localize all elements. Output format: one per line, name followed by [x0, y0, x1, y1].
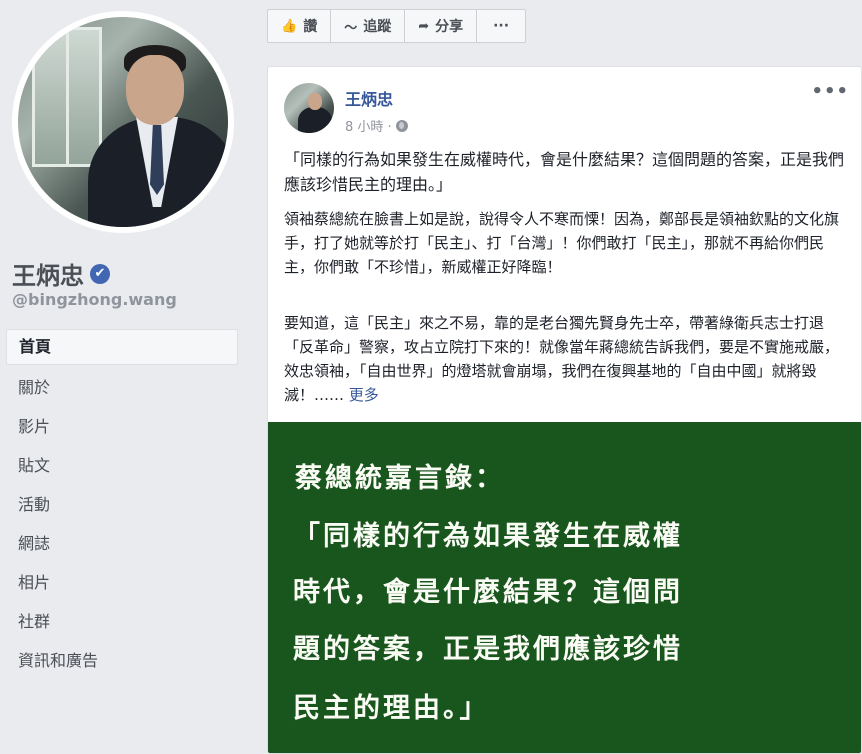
follow-label: 追蹤: [363, 19, 392, 35]
post-card: 王炳忠 8 小時 · ••• 「同樣的行為如果發生在威權時代，會是什麼結果？這個…: [267, 66, 862, 754]
image-quote-line: 「同樣的行為如果發生在威權: [293, 521, 683, 552]
post-header: 王炳忠 8 小時 ·: [284, 83, 408, 135]
page-nav: 首頁 關於 影片 貼文 活動 網誌 相片 社群 資訊和廣告: [6, 329, 238, 680]
nav-item-info-ads[interactable]: 資訊和廣告: [6, 641, 238, 680]
post-author[interactable]: 王炳忠: [345, 86, 408, 110]
rss-icon: 〜: [344, 20, 358, 36]
more-button[interactable]: ···: [477, 10, 525, 42]
image-quote-line: 題的答案，正是我們應該珍惜: [293, 634, 683, 665]
like-label: 讚: [303, 19, 318, 35]
left-column: 王炳忠 ✔ @bingzhong.wang 首頁 關於 影片 貼文 活動 網誌 …: [0, 0, 252, 754]
share-button[interactable]: ➦ 分享: [405, 10, 478, 42]
author-avatar[interactable]: [284, 83, 334, 133]
nav-item-about[interactable]: 關於: [6, 368, 238, 407]
image-title: 蔡總統嘉言錄：: [295, 463, 505, 494]
post-time[interactable]: 8 小時 ·: [345, 116, 392, 135]
follow-button[interactable]: 〜 追蹤: [331, 10, 406, 42]
page-action-bar: 👍 讚 〜 追蹤 ➦ 分享 ···: [267, 9, 527, 43]
page-username[interactable]: @bingzhong.wang: [12, 290, 177, 309]
post-options-button[interactable]: •••: [811, 81, 849, 102]
post-paragraph-2: 領袖蔡總統在臉書上如是說，說得令人不寒而慄！因為，鄭部長是領袖欽點的文化旗手，打…: [284, 210, 840, 276]
see-more-link[interactable]: 更多: [349, 386, 379, 404]
like-button[interactable]: 👍 讚: [268, 10, 332, 42]
nav-item-community[interactable]: 社群: [6, 602, 238, 641]
post-timestamp[interactable]: 8 小時 ·: [345, 116, 408, 135]
post-paragraph-3: 要知道，這「民主」來之不易，靠的是老台獨先賢身先士卒，帶著綠衛兵志士打退「反革命…: [284, 311, 848, 407]
profile-photo: [18, 17, 228, 227]
nav-item-videos[interactable]: 影片: [6, 407, 238, 446]
nav-item-home[interactable]: 首頁: [6, 329, 238, 365]
more-dots-icon: ···: [493, 18, 510, 34]
globe-icon: [395, 119, 408, 132]
image-quote-line: 時代，會是什麼結果？這個問: [293, 577, 683, 608]
image-quote-line: 民主的理由。」: [293, 693, 490, 724]
nav-item-photos[interactable]: 相片: [6, 563, 238, 602]
post-paragraph-1: 「同樣的行為如果發生在威權時代，會是什麼結果？這個問題的答案，正是我們應該珍惜民…: [284, 150, 845, 194]
nav-item-posts[interactable]: 貼文: [6, 446, 238, 485]
page-title[interactable]: 王炳忠: [12, 256, 84, 291]
nav-item-events[interactable]: 活動: [6, 485, 238, 524]
profile-picture[interactable]: [12, 11, 234, 233]
thumbs-up-icon: 👍: [281, 18, 298, 34]
verified-badge-icon: ✔: [90, 263, 110, 284]
nav-item-notes[interactable]: 網誌: [6, 524, 238, 563]
page-name-row: 王炳忠 ✔: [12, 256, 110, 291]
share-label: 分享: [435, 19, 464, 35]
share-arrow-icon: ➦: [418, 18, 430, 34]
post-image[interactable]: 蔡總統嘉言錄： 「同樣的行為如果發生在威權 時代，會是什麼結果？這個問 題的答案…: [268, 422, 861, 753]
